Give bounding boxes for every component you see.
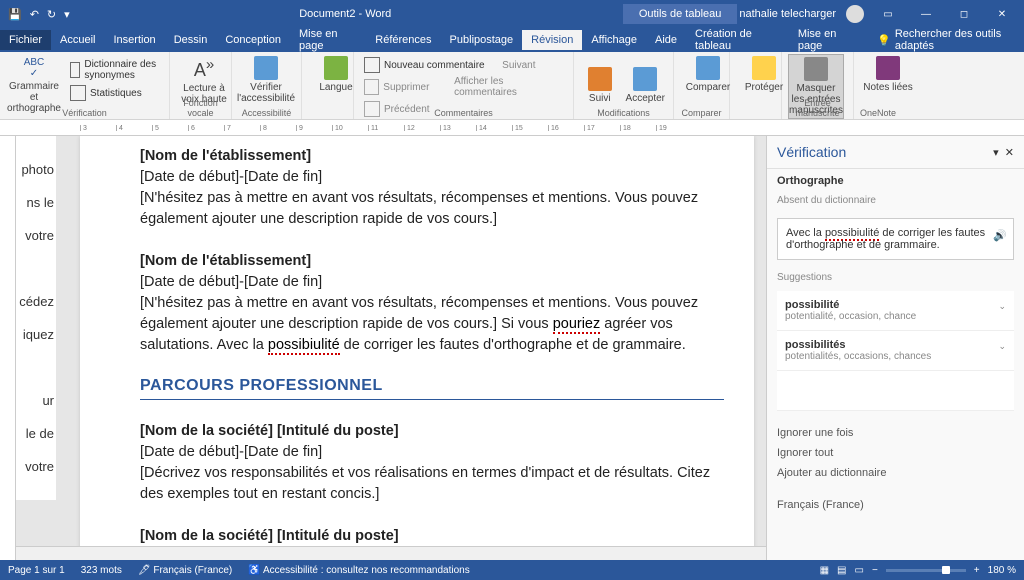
- page-fragment-left: photons levotre cédeziquez urle devotre: [16, 136, 56, 500]
- view-print-icon[interactable]: ▤: [837, 565, 846, 576]
- minimize-icon[interactable]: —: [912, 0, 940, 28]
- tab-conception[interactable]: Conception: [216, 30, 290, 50]
- document-area[interactable]: photons levotre cédeziquez urle devotre …: [0, 136, 766, 560]
- pane-title: Vérification: [777, 144, 993, 160]
- new-comment-button[interactable]: Nouveau commentaire Suivant: [360, 56, 567, 74]
- error-sentence-box: Avec la possibiulité de corriger les fau…: [777, 218, 1014, 260]
- group-label-proofing: Vérification: [0, 108, 169, 118]
- status-lang[interactable]: 🖋 Français (France): [138, 565, 232, 576]
- ignore-once-button[interactable]: Ignorer une fois: [777, 423, 1014, 443]
- tab-review[interactable]: Révision: [522, 30, 582, 50]
- linked-notes-button[interactable]: Notes liées: [860, 54, 916, 95]
- pane-close-icon[interactable]: ✕: [1005, 146, 1014, 159]
- word-count-button[interactable]: Statistiques: [66, 84, 163, 102]
- vertical-ruler[interactable]: [0, 136, 16, 560]
- document-page[interactable]: [Nom de l'établissement] [Date de début]…: [80, 136, 754, 560]
- ribbon: ABC✓ Grammaire et orthographe Dictionnai…: [0, 52, 1024, 120]
- compare-button[interactable]: Comparer: [680, 54, 736, 95]
- save-icon[interactable]: 💾: [8, 8, 22, 21]
- titlebar: 💾 ↶ ↻ ▾ Document2 - Word Outils de table…: [0, 0, 1024, 28]
- tab-help[interactable]: Aide: [646, 30, 686, 50]
- tab-insert[interactable]: Insertion: [104, 30, 164, 50]
- statusbar: Page 1 sur 1 323 mots 🖋 Français (France…: [0, 560, 1024, 580]
- tab-home[interactable]: Accueil: [51, 30, 104, 50]
- status-words[interactable]: 323 mots: [81, 565, 122, 576]
- chevron-down-icon[interactable]: ⌄: [998, 301, 1006, 312]
- zoom-in-icon[interactable]: +: [974, 565, 980, 576]
- zoom-slider[interactable]: [886, 569, 966, 572]
- chevron-down-icon[interactable]: ⌄: [998, 341, 1006, 352]
- suggestion-1[interactable]: possibilité potentialité, occasion, chan…: [777, 291, 1014, 331]
- tab-references[interactable]: Références: [366, 30, 440, 50]
- tab-design[interactable]: Dessin: [165, 30, 217, 50]
- section-heading: PARCOURS PROFESSIONNEL: [140, 374, 724, 400]
- thesaurus-button[interactable]: Dictionnaire des synonymes: [66, 58, 163, 82]
- redo-icon[interactable]: ↻: [47, 8, 56, 21]
- search-placeholder: Rechercher des outils adaptés: [895, 28, 1024, 52]
- user-name[interactable]: nathalie telecharger: [739, 8, 836, 20]
- zoom-level[interactable]: 180 %: [988, 565, 1016, 576]
- status-accessibility[interactable]: ♿ Accessibilité : consultez nos recomman…: [248, 565, 469, 576]
- undo-icon[interactable]: ↶: [30, 8, 39, 21]
- user-avatar-icon[interactable]: [846, 5, 864, 23]
- tab-file[interactable]: Fichier: [0, 30, 51, 50]
- delete-comment-button: Supprimer Afficher les commentaires: [360, 75, 567, 99]
- close-icon[interactable]: ✕: [988, 0, 1016, 28]
- tell-me-search[interactable]: 💡 Rechercher des outils adaptés: [865, 28, 1024, 52]
- lightbulb-icon: 💡: [877, 34, 891, 47]
- suggestion-2[interactable]: possibilités potentialités, occasions, c…: [777, 331, 1014, 371]
- view-read-icon[interactable]: ▦: [820, 565, 829, 576]
- pane-subtitle: Orthographe: [767, 169, 1024, 193]
- pane-note: Absent du dictionnaire: [767, 193, 1024, 214]
- read-aloud-icon[interactable]: 🔊: [993, 229, 1007, 242]
- proofing-language[interactable]: Français (France): [777, 495, 1014, 515]
- editor-pane: Vérification ▾ ✕ Orthographe Absent du d…: [766, 136, 1024, 560]
- ribbon-tabs: Fichier Accueil Insertion Dessin Concept…: [0, 28, 1024, 52]
- view-web-icon[interactable]: ▭: [855, 565, 864, 576]
- tab-view[interactable]: Affichage: [582, 30, 646, 50]
- horizontal-ruler[interactable]: 345678910111213141516171819: [0, 120, 1024, 136]
- maximize-icon[interactable]: ◻: [950, 0, 978, 28]
- horizontal-scrollbar[interactable]: [16, 546, 766, 560]
- pane-options-icon[interactable]: ▾: [993, 146, 999, 159]
- suggestions-label: Suggestions: [767, 264, 1024, 291]
- status-page[interactable]: Page 1 sur 1: [8, 565, 65, 576]
- zoom-out-icon[interactable]: −: [872, 565, 878, 576]
- document-title: Document2 - Word: [299, 8, 391, 20]
- spelling-error-1[interactable]: pouriez: [553, 316, 601, 334]
- tab-mailings[interactable]: Publipostage: [441, 30, 523, 50]
- spelling-error-2[interactable]: possibiulité: [268, 337, 340, 355]
- ignore-all-button[interactable]: Ignorer tout: [777, 443, 1014, 463]
- table-tools-tab[interactable]: Outils de tableau: [623, 4, 738, 24]
- ribbon-options-icon[interactable]: ▭: [874, 0, 902, 28]
- accessibility-button[interactable]: Vérifier l'accessibilité: [238, 54, 294, 106]
- add-to-dictionary-button[interactable]: Ajouter au dictionnaire: [777, 463, 1014, 483]
